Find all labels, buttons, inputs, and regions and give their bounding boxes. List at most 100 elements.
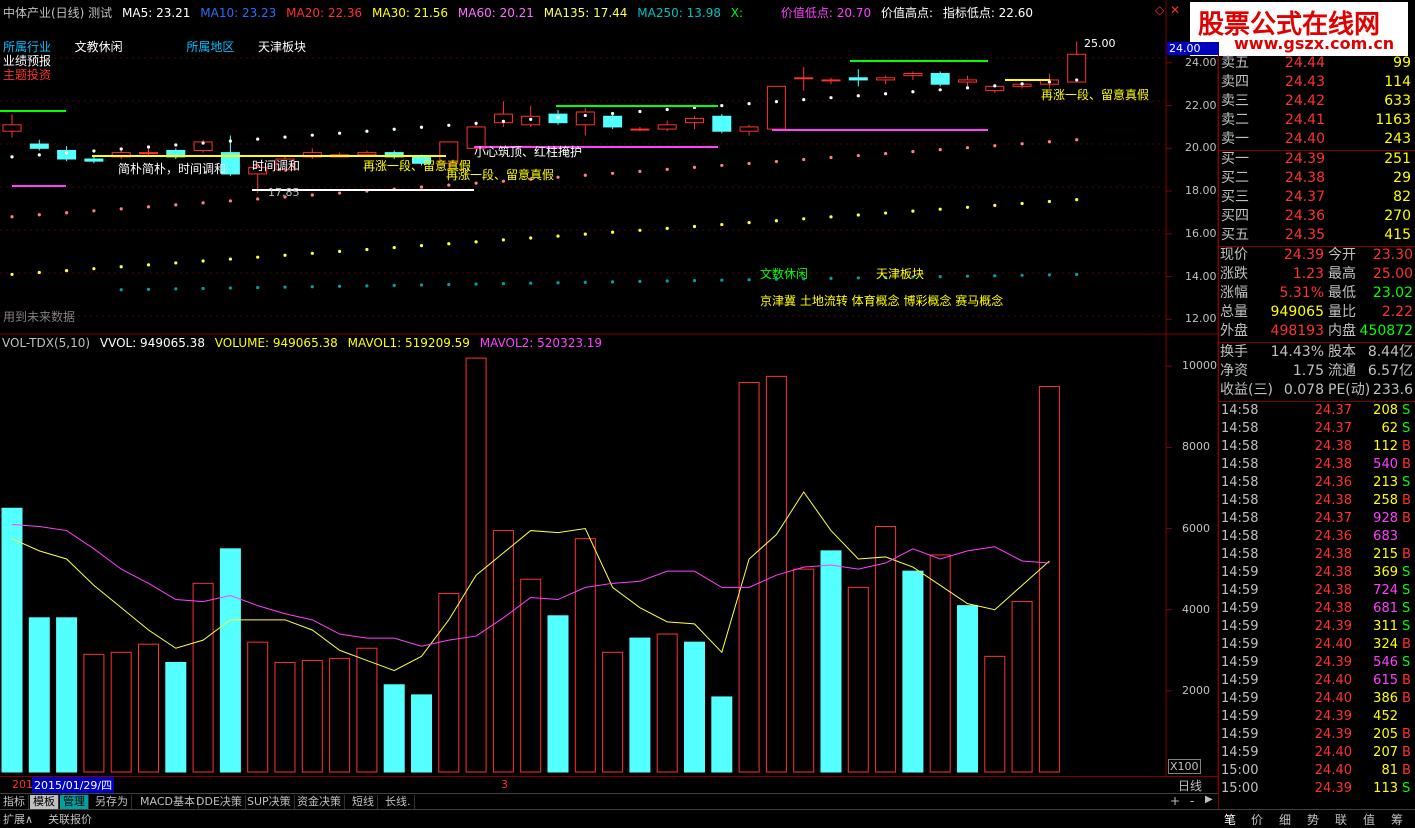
indicator-dot — [556, 281, 560, 285]
volume-header: VOL-TDX(5,10) VVOL: 949065.38 VOLUME: 94… — [2, 336, 608, 350]
candle-body — [630, 128, 650, 131]
indicator-dot — [720, 222, 724, 227]
volume-bar — [356, 647, 378, 773]
stat-value: 450872 — [1359, 323, 1413, 339]
price-axis-label: 24.00 — [1185, 55, 1217, 69]
bid-label: 买二 — [1221, 170, 1249, 186]
volume-bar — [219, 548, 241, 773]
tab-short[interactable]: 短线 — [349, 795, 378, 809]
tick-price: 24.38 — [1314, 601, 1352, 616]
tab-save-as[interactable]: 另存为 — [92, 795, 132, 809]
indicator-dot — [119, 207, 123, 211]
volume-bar — [711, 696, 733, 773]
indicator-dot — [938, 207, 942, 211]
indicator-dot — [774, 219, 779, 223]
right-tab-link[interactable]: 联 — [1335, 811, 1347, 828]
indicator-dot — [965, 86, 970, 90]
indicator-dot — [911, 150, 915, 154]
indicator-dot — [611, 171, 615, 175]
stat-value: 1.75 — [1292, 363, 1324, 379]
tick-flag: B — [1402, 673, 1411, 688]
bid-row: 买一 24.39 251 — [1218, 150, 1415, 169]
stat-key: 总量 — [1220, 304, 1248, 320]
tick-volume: 62 — [1381, 421, 1398, 436]
bid-row: 买二 24.38 29 — [1218, 169, 1415, 188]
tab-fund[interactable]: 资金决策 — [294, 795, 345, 809]
indicator-dot — [283, 253, 287, 257]
right-tab-detail[interactable]: 细 — [1279, 811, 1291, 828]
tick-volume: 369 — [1373, 565, 1398, 580]
tick-volume: 928 — [1373, 511, 1398, 526]
stat-key: 流通 — [1328, 363, 1356, 379]
tick-price: 24.37 — [1314, 403, 1352, 418]
tick-row: 14:58 24.38 112 B — [1218, 438, 1415, 456]
indicator-dot — [884, 151, 888, 156]
right-tab-value[interactable]: 值 — [1363, 811, 1375, 828]
tick-price: 24.38 — [1314, 439, 1352, 454]
zoom-in-icon[interactable]: + — [1170, 794, 1180, 808]
annotation-4: 再涨一段、留意真假 — [446, 168, 555, 182]
bid-label: 买一 — [1221, 151, 1249, 167]
indicator-dot — [92, 209, 96, 213]
right-tab-price[interactable]: 价 — [1251, 811, 1263, 828]
tick-time: 14:58 — [1221, 475, 1259, 490]
ask-row: 卖三 24.42 633 — [1218, 92, 1415, 111]
volume-bar — [329, 657, 351, 773]
tick-row: 14:59 24.40 324 B — [1218, 636, 1415, 654]
chart-canvas[interactable] — [0, 0, 1415, 825]
indicator-dot — [37, 153, 41, 157]
candle-body — [821, 79, 841, 82]
indicator-dot — [829, 155, 833, 160]
restore-icon[interactable]: ◇ — [1155, 3, 1164, 17]
stat-key: 股本 — [1328, 344, 1356, 360]
tick-row: 14:58 24.37 62 S — [1218, 420, 1415, 438]
indicator-dot — [665, 107, 669, 112]
indicator-dot — [37, 270, 41, 275]
volume-bar — [684, 641, 705, 773]
period-label[interactable]: 日线 — [1178, 777, 1202, 794]
tab-dde[interactable]: DDE决策 — [193, 795, 246, 809]
tick-price: 24.38 — [1314, 457, 1352, 472]
indicator-dot — [720, 278, 724, 282]
tab-indicator[interactable]: 指标 — [0, 795, 29, 809]
candle-body — [794, 77, 814, 80]
tab-manage[interactable]: 管理 — [60, 795, 89, 809]
ask-volume: 243 — [1384, 131, 1411, 147]
tick-row: 15:00 24.40 81 B — [1218, 762, 1415, 780]
tick-price: 24.40 — [1314, 673, 1352, 688]
tick-time: 14:58 — [1221, 547, 1259, 562]
volume-axis-label: 10000 — [1182, 359, 1217, 373]
tab-sup[interactable]: SUP决策 — [244, 795, 295, 809]
scroll-right-icon[interactable]: ▶ — [1205, 794, 1213, 805]
right-tab-trend[interactable]: 势 — [1307, 811, 1319, 828]
indicator-dot — [174, 287, 178, 291]
candle-body — [84, 158, 104, 162]
volume-bar — [629, 637, 651, 773]
tick-flag: B — [1402, 727, 1411, 742]
zoom-out-icon[interactable]: - — [1190, 794, 1194, 808]
ask-price: 24.43 — [1284, 74, 1325, 90]
stat-value: 6.57亿 — [1367, 363, 1413, 379]
mavol2-label: MAVOL2: 520323.19 — [479, 336, 603, 350]
right-tab-chips[interactable]: 筹 — [1391, 811, 1403, 828]
indicator-dot — [392, 245, 396, 250]
tick-flag: S — [1402, 475, 1411, 490]
right-tab-trade[interactable]: 笔 — [1224, 811, 1236, 828]
region-value: 天津板块 — [258, 40, 307, 54]
indicator-dot — [283, 135, 287, 139]
theme-label: 主题投资 — [3, 68, 52, 82]
stat-value: 23.02 — [1372, 285, 1413, 301]
close-icon[interactable]: ✕ — [1170, 3, 1180, 17]
indicator-dot — [692, 165, 697, 169]
tick-time: 14:58 — [1221, 511, 1259, 526]
tab-macd[interactable]: MACD基本 — [137, 795, 199, 809]
indicator-dot — [665, 279, 669, 283]
tick-time: 14:59 — [1221, 619, 1259, 634]
candle-body — [657, 124, 677, 130]
indicator-dot — [747, 278, 751, 282]
tick-volume: 113 — [1373, 781, 1398, 796]
tick-price: 24.38 — [1314, 565, 1352, 580]
tick-time: 15:00 — [1221, 763, 1259, 778]
tab-template[interactable]: 模板 — [30, 795, 59, 809]
tab-long[interactable]: 长线. — [382, 795, 415, 809]
